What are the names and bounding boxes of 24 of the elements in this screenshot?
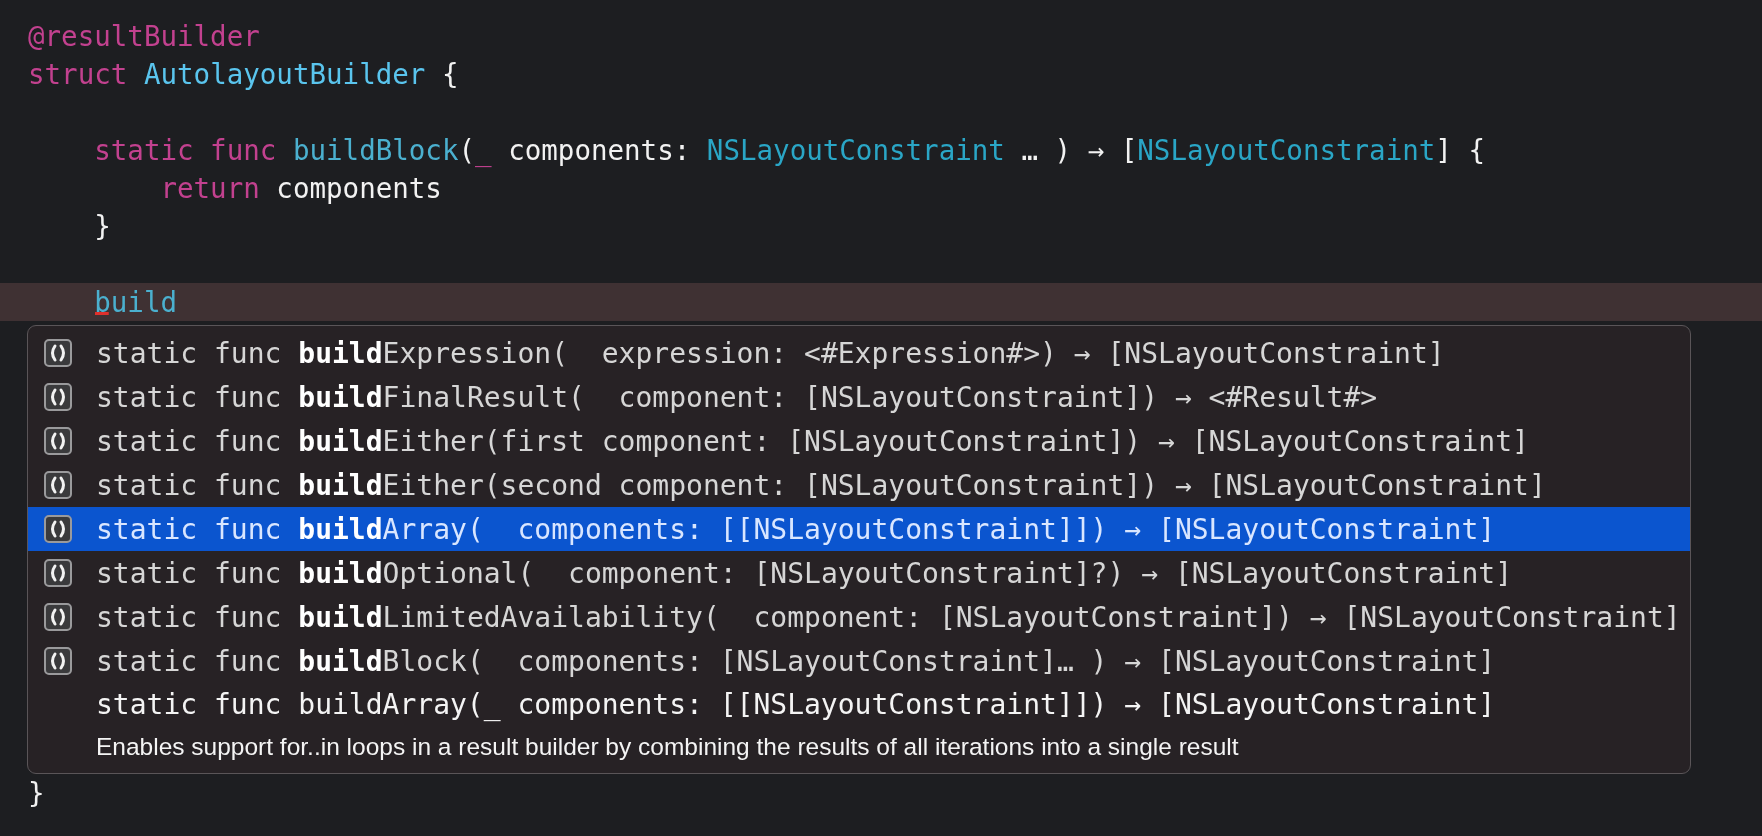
- completion-item[interactable]: static func buildFinalResult( component: [NSLayoutConstraint]) → <#Result#>: [28, 375, 1690, 419]
- parentheses-icon: [44, 559, 72, 587]
- description-text: Enables support for..in loops in a result builder by combining the results of all iterations into a single result: [96, 733, 1239, 760]
- code-line: return components: [159, 171, 442, 206]
- completion-item[interactable]: static func buildExpression( expression: <#Expression#>) → [NSLayoutConstraint]: [28, 331, 1690, 375]
- completion-item[interactable]: static func buildArray( components: [[NSLayoutConstraint]]) → [NSLayoutConstraint]: [28, 507, 1690, 551]
- code-line: struct AutolayoutBuilder {: [28, 57, 459, 92]
- code-line: }: [93, 209, 111, 244]
- signature-text: static func buildArray(_ components: [[NSLayoutConstraint]]) → [NSLayoutConstraint]: [95, 687, 1497, 723]
- parentheses-icon: [44, 647, 72, 675]
- completion-item[interactable]: static func buildEither(second component: [NSLayoutConstraint]) → [NSLayoutConstraint]: [28, 463, 1690, 507]
- parentheses-icon: [44, 515, 72, 543]
- parentheses-icon: [44, 471, 72, 499]
- parentheses-icon: [44, 339, 72, 367]
- completion-item[interactable]: static func buildOptional( component: [NSLayoutConstraint]?) → [NSLayoutConstraint]: [28, 551, 1690, 595]
- parentheses-icon: [44, 603, 72, 631]
- code-line: static func buildBlock(_ components: NSLayoutConstraint … ) → [NSLayoutConstraint] {: [93, 133, 1485, 169]
- completion-item[interactable]: static func buildBlock( components: [NSLayoutConstraint]… ) → [NSLayoutConstraint]: [28, 639, 1690, 683]
- completion-item[interactable]: static func buildEither(first component: [NSLayoutConstraint]) → [NSLayoutConstraint]: [28, 419, 1690, 463]
- code-line: }: [28, 776, 45, 811]
- parentheses-icon: [44, 383, 72, 411]
- parentheses-icon: [44, 427, 72, 455]
- completion-item[interactable]: static func buildLimitedAvailability( component: [NSLayoutConstraint]) → [NSLayoutConstraint]: [28, 595, 1690, 639]
- code-line: @resultBuilder: [28, 19, 260, 54]
